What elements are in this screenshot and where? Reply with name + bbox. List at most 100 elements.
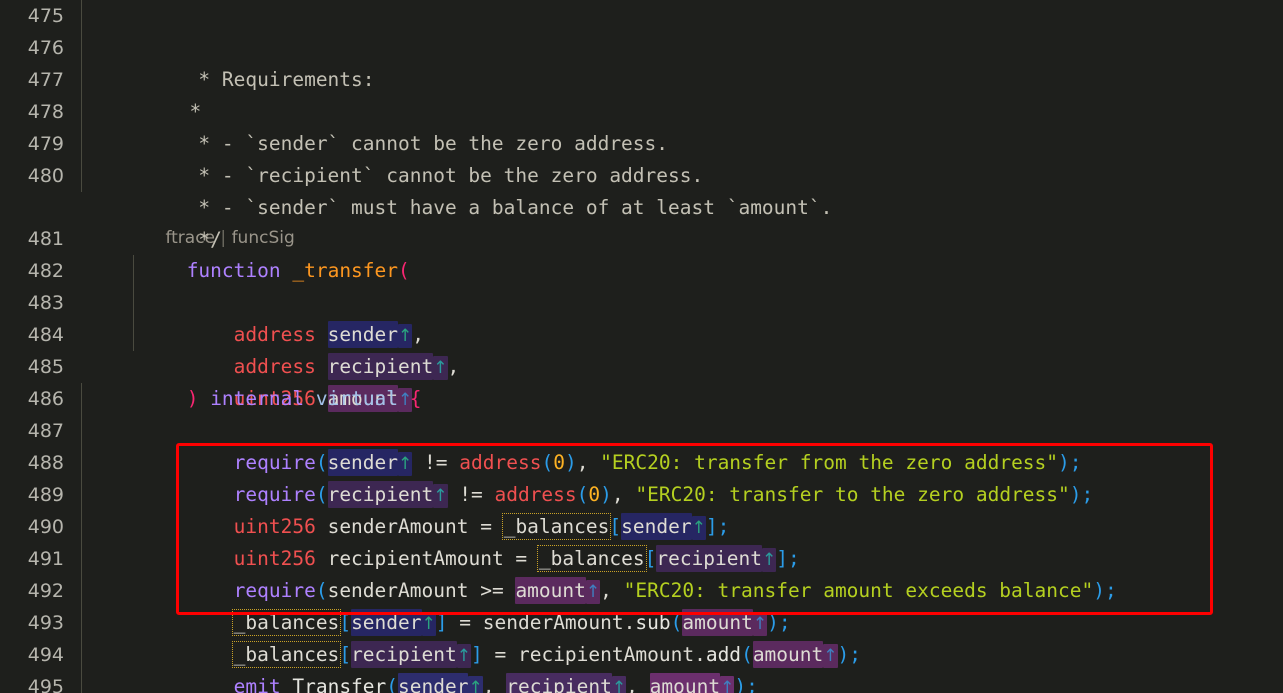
code-token-operator-assign: = [503, 547, 539, 570]
line-number: 490 [27, 516, 64, 538]
inlay-arrow-icon: ↑ [421, 612, 436, 636]
code-token-comment-close [151, 228, 198, 251]
line-number: 478 [27, 101, 64, 123]
code-token-keyword-require: require [233, 451, 316, 474]
code-token-keyword-require: require [233, 579, 316, 602]
code-token-semicolon: ; [788, 547, 800, 570]
line-number: 481 [27, 228, 64, 250]
code-token-var-balances: _balances [231, 641, 342, 668]
line-number: 477 [27, 69, 64, 91]
line-number-gutter: 475 476 477 478 479 480 481 482 483 484 … [0, 0, 81, 693]
code-token-comment: * [151, 132, 211, 155]
code-token-paren-open: ( [315, 579, 328, 602]
code-line-487[interactable]: require(recipient↑ != address(0), "ERC20… [81, 415, 1283, 508]
code-token-var-recipient: recipient [506, 673, 612, 693]
code-token-operator-assign: = [468, 515, 504, 538]
code-token-type-address: address [494, 483, 577, 506]
code-token-keyword-emit: emit [233, 675, 281, 693]
code-line-475[interactable]: * Requirements: [81, 0, 1283, 91]
code-token-semicolon: ; [717, 515, 730, 538]
code-token-comment-text: - `sender` must have a balance of at lea… [210, 196, 833, 219]
code-token-paren-open: ( [398, 259, 410, 282]
code-token-keyword-virtual: virtual [315, 387, 399, 410]
code-token-var-balances: _balances [536, 545, 647, 572]
code-token-number-zero: 0 [588, 483, 601, 506]
code-line-478[interactable]: * - `recipient` cannot be the zero addre… [81, 96, 1283, 187]
code-token-comment: * [151, 196, 211, 219]
line-number: 475 [27, 5, 64, 27]
code-token-function-name: _transfer [292, 259, 399, 282]
inlay-arrow-icon: ↑ [468, 676, 483, 693]
code-token-operator-neq: != [447, 483, 495, 506]
code-token-paren-open: ( [315, 483, 328, 506]
inlay-arrow-icon: ↑ [398, 324, 413, 348]
code-token-brace-open: { [409, 387, 422, 410]
line-number: 488 [27, 452, 64, 474]
code-token-type-uint256: uint256 [233, 547, 316, 570]
line-number: 487 [27, 420, 64, 442]
code-token-var-sender: sender [327, 449, 399, 476]
inlay-arrow-icon: ↑ [762, 548, 777, 572]
code-token-bracket-open: [ [609, 515, 622, 538]
code-token-bracket-close: ] [776, 547, 789, 570]
code-token-var-senderamount: senderAmount [482, 611, 624, 634]
line-number: 479 [27, 133, 64, 155]
code-editor[interactable]: 475 476 477 478 479 480 481 482 483 484 … [0, 0, 1283, 693]
code-token-type-address: address [233, 355, 316, 378]
code-token-comment-text: Requirements: [210, 68, 375, 91]
code-token-var-amount: amount [752, 641, 824, 668]
line-number: 489 [27, 484, 64, 506]
code-token-comma: , [447, 355, 460, 378]
code-token-operator-neq: != [412, 451, 460, 474]
code-token-operator-gte: >= [468, 579, 516, 602]
line-number: 495 [27, 676, 64, 693]
code-token-var-amount: amount [649, 673, 721, 693]
code-token-var-recipient: recipient [351, 641, 457, 668]
code-token-bracket-close: ] [705, 515, 718, 538]
line-number: 480 [27, 165, 64, 187]
line-number: 486 [27, 388, 64, 410]
code-token-type-uint256: uint256 [233, 515, 316, 538]
inlay-arrow-icon: ↑ [691, 516, 706, 540]
code-token-bracket-open: [ [339, 643, 352, 666]
codelens-gutter-spacer [0, 192, 81, 223]
code-token-var-recipientamount: recipientAmount [327, 547, 504, 570]
line-number: 491 [27, 548, 64, 570]
code-token-semicolon: ; [778, 611, 791, 634]
code-token-semicolon: ; [1069, 451, 1082, 474]
inlay-arrow-icon: ↑ [398, 452, 413, 476]
line-number: 483 [27, 292, 64, 314]
code-token-comment-close-text: */ [198, 228, 222, 251]
code-token-semicolon: ; [1081, 483, 1094, 506]
code-token-keyword-internal: internal [210, 387, 305, 410]
code-line-481[interactable]: function _transfer( [81, 223, 1283, 282]
code-token-semicolon: ; [849, 643, 862, 666]
code-token-var-amount: amount [682, 609, 753, 636]
code-line-483[interactable]: address recipient ↑, [81, 287, 1283, 380]
code-token-bracket-open: [ [644, 547, 657, 570]
line-number: 493 [27, 612, 64, 634]
inlay-arrow-icon: ↑ [752, 612, 768, 636]
inlay-arrow-icon: ↑ [611, 676, 627, 693]
inlay-arrow-icon: ↑ [433, 484, 448, 508]
code-token-operator-assign: = [482, 643, 518, 666]
code-token-bracket-close: ] [435, 611, 448, 634]
code-token-semicolon: ; [1104, 579, 1117, 602]
code-token-var-amount: amount [515, 577, 586, 604]
code-token-param-recipient: recipient [327, 353, 434, 380]
code-token-comment: * [151, 68, 211, 91]
line-number: 476 [27, 37, 64, 59]
code-token-method-sub: sub [635, 611, 671, 634]
code-token-var-senderamount: senderAmount [327, 515, 469, 538]
line-number: 484 [27, 324, 64, 346]
code-token-var-balances: _balances [231, 609, 342, 636]
code-line-476[interactable]: * [81, 32, 1283, 123]
code-token-keyword-require: require [233, 483, 316, 506]
code-token-var-senderamount: senderAmount [327, 579, 469, 602]
code-token-var-recipientamount: recipientAmount [517, 643, 695, 666]
code-token-method-add: add [705, 643, 742, 666]
code-token-dot: . [694, 643, 706, 666]
code-content-area[interactable]: * Requirements: * * - `sender` cannot be… [81, 0, 1283, 693]
code-token-operator-assign: = [447, 611, 483, 634]
code-token-type-address: address [233, 323, 316, 346]
